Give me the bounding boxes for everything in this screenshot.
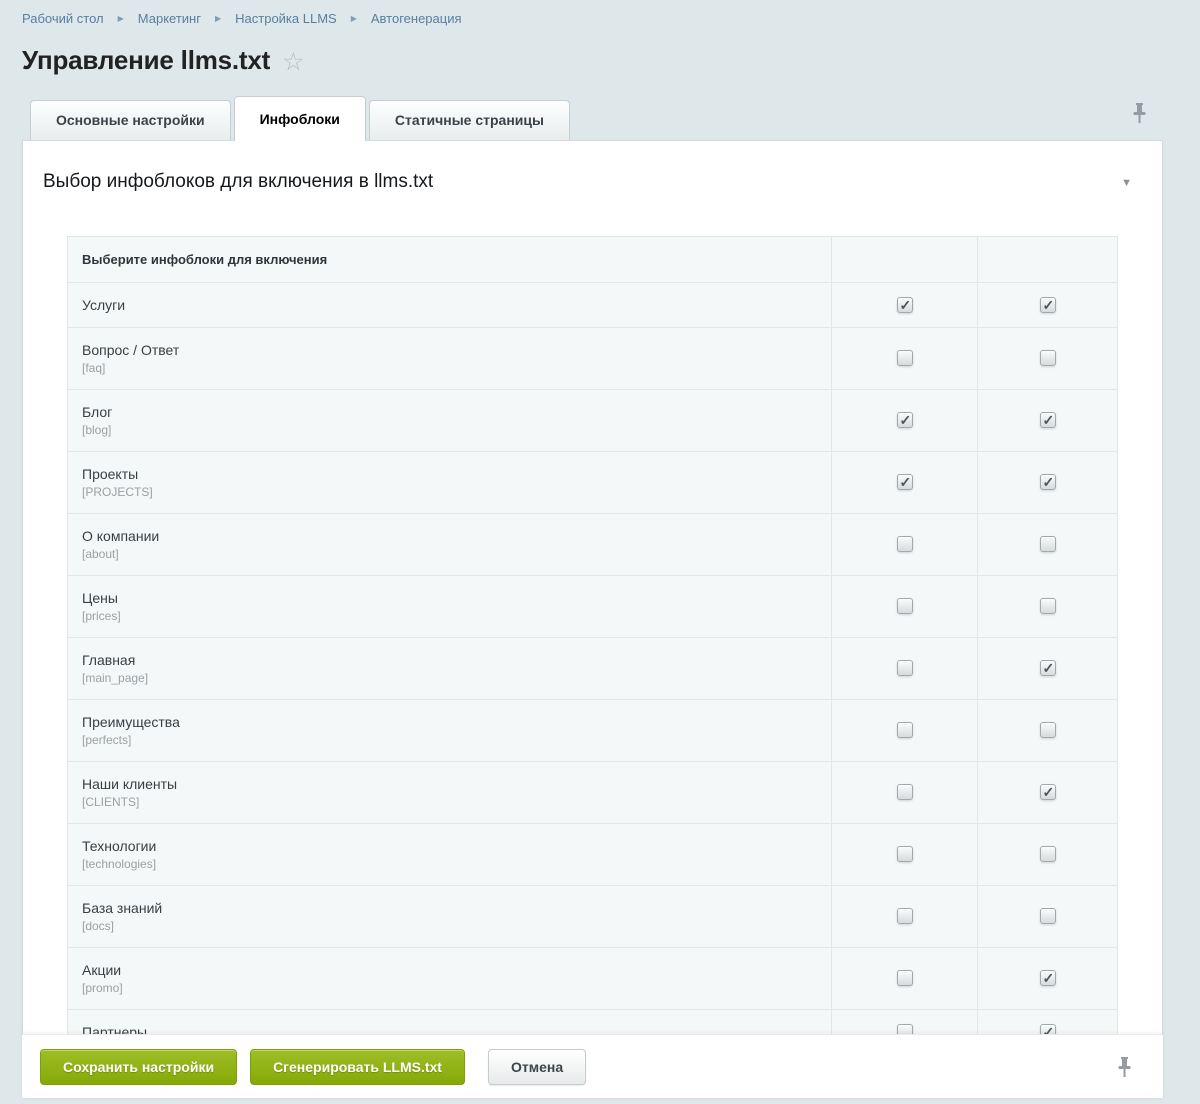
infoblock-code: [docs] [82,919,817,934]
infoblock-table-wrap: Выберите инфоблоки для включения Услуги … [67,236,1118,1055]
table-row: Вопрос / Ответ [faq] [68,328,1118,390]
table-header-row: Выберите инфоблоки для включения [68,237,1118,283]
breadcrumb-separator-icon [118,14,124,23]
table-row: О компании [about] [68,514,1118,576]
include-checkbox-secondary[interactable] [1040,784,1056,800]
table-row: Услуги [68,283,1118,328]
table-row: База знаний [docs] [68,886,1118,948]
infoblock-table: Выберите инфоблоки для включения Услуги … [67,236,1118,1055]
action-bar: Сохранить настройки Сгенерировать LLMS.t… [22,1034,1163,1098]
infoblock-code: [PROJECTS] [82,485,817,500]
infoblock-name: Услуги [82,296,817,314]
breadcrumb-link-llms-settings[interactable]: Настройка LLMS [235,11,337,26]
infoblock-name: Вопрос / Ответ [82,341,817,359]
include-checkbox-secondary[interactable] [1040,297,1056,313]
favorite-star-icon[interactable] [282,47,304,77]
page-title-row: Управление llms.txt [22,45,305,76]
infoblock-code: [perfects] [82,733,817,748]
include-checkbox-secondary[interactable] [1040,970,1056,986]
infoblock-name: Проекты [82,465,817,483]
section-header: Выбор инфоблоков для включения в llms.tx… [23,141,1162,193]
include-checkbox-secondary[interactable] [1040,350,1056,366]
breadcrumb-link-marketing[interactable]: Маркетинг [138,11,201,26]
include-checkbox-secondary[interactable] [1040,536,1056,552]
include-checkbox-secondary[interactable] [1040,474,1056,490]
include-checkbox[interactable] [897,722,913,738]
cancel-button[interactable]: Отмена [488,1049,586,1085]
include-checkbox[interactable] [897,660,913,676]
tab-infoblocks[interactable]: Инфоблоки [234,96,366,141]
pin-icon[interactable] [1116,1056,1133,1084]
infoblock-code: [technologies] [82,857,817,872]
include-checkbox[interactable] [897,598,913,614]
table-row: Проекты [PROJECTS] [68,452,1118,514]
breadcrumb-link-autogeneration[interactable]: Автогенерация [371,11,462,26]
infoblock-name: Цены [82,589,817,607]
table-row: Преимущества [perfects] [68,700,1118,762]
header-cell-empty [832,237,978,283]
table-header-label: Выберите инфоблоки для включения [68,237,832,283]
tab-main-settings[interactable]: Основные настройки [30,100,231,140]
include-checkbox-secondary[interactable] [1040,908,1056,924]
infoblock-code: [main_page] [82,671,817,686]
header-cell-empty [978,237,1118,283]
section-title: Выбор инфоблоков для включения в llms.tx… [43,171,1142,193]
include-checkbox[interactable] [897,474,913,490]
include-checkbox-secondary[interactable] [1040,846,1056,862]
table-row: Акции [promo] [68,948,1118,1010]
infoblock-code: [blog] [82,423,817,438]
include-checkbox-secondary[interactable] [1040,722,1056,738]
table-row: Технологии [technologies] [68,824,1118,886]
include-checkbox[interactable] [897,412,913,428]
include-checkbox[interactable] [897,846,913,862]
generate-llms-button[interactable]: Сгенерировать LLMS.txt [250,1049,465,1085]
infoblock-name: Наши клиенты [82,775,817,793]
include-checkbox[interactable] [897,297,913,313]
include-checkbox-secondary[interactable] [1040,412,1056,428]
include-checkbox[interactable] [897,784,913,800]
table-row: Главная [main_page] [68,638,1118,700]
infoblock-code: [promo] [82,981,817,996]
table-row: Цены [prices] [68,576,1118,638]
include-checkbox-secondary[interactable] [1040,598,1056,614]
page-title: Управление llms.txt [22,45,270,76]
breadcrumb-link-desktop[interactable]: Рабочий стол [22,11,104,26]
infoblock-name: База знаний [82,899,817,917]
infoblock-name: Блог [82,403,817,421]
include-checkbox-secondary[interactable] [1040,660,1056,676]
include-checkbox[interactable] [897,350,913,366]
breadcrumb-separator-icon [215,14,221,23]
table-row: Наши клиенты [CLIENTS] [68,762,1118,824]
infoblock-code: [prices] [82,609,817,624]
save-settings-button[interactable]: Сохранить настройки [40,1049,237,1085]
tab-static-pages[interactable]: Статичные страницы [369,100,570,140]
tab-bar: Основные настройки Инфоблоки Статичные с… [30,96,573,140]
infoblock-name: Технологии [82,837,817,855]
settings-panel: Выбор инфоблоков для включения в llms.tx… [22,140,1163,1098]
collapse-section-icon[interactable] [1121,177,1132,189]
infoblock-code: [faq] [82,361,817,376]
breadcrumb: Рабочий стол Маркетинг Настройка LLMS Ав… [22,11,462,26]
include-checkbox[interactable] [897,970,913,986]
pin-icon[interactable] [1131,102,1148,130]
infoblock-name: Акции [82,961,817,979]
infoblock-code: [about] [82,547,817,562]
table-row: Блог [blog] [68,390,1118,452]
breadcrumb-separator-icon [351,14,357,23]
include-checkbox[interactable] [897,908,913,924]
infoblock-name: О компании [82,527,817,545]
include-checkbox[interactable] [897,536,913,552]
infoblock-name: Главная [82,651,817,669]
infoblock-code: [CLIENTS] [82,795,817,810]
infoblock-table-body: Услуги Вопрос / Ответ [faq] Блог [blog] [68,283,1118,1055]
infoblock-name: Преимущества [82,713,817,731]
